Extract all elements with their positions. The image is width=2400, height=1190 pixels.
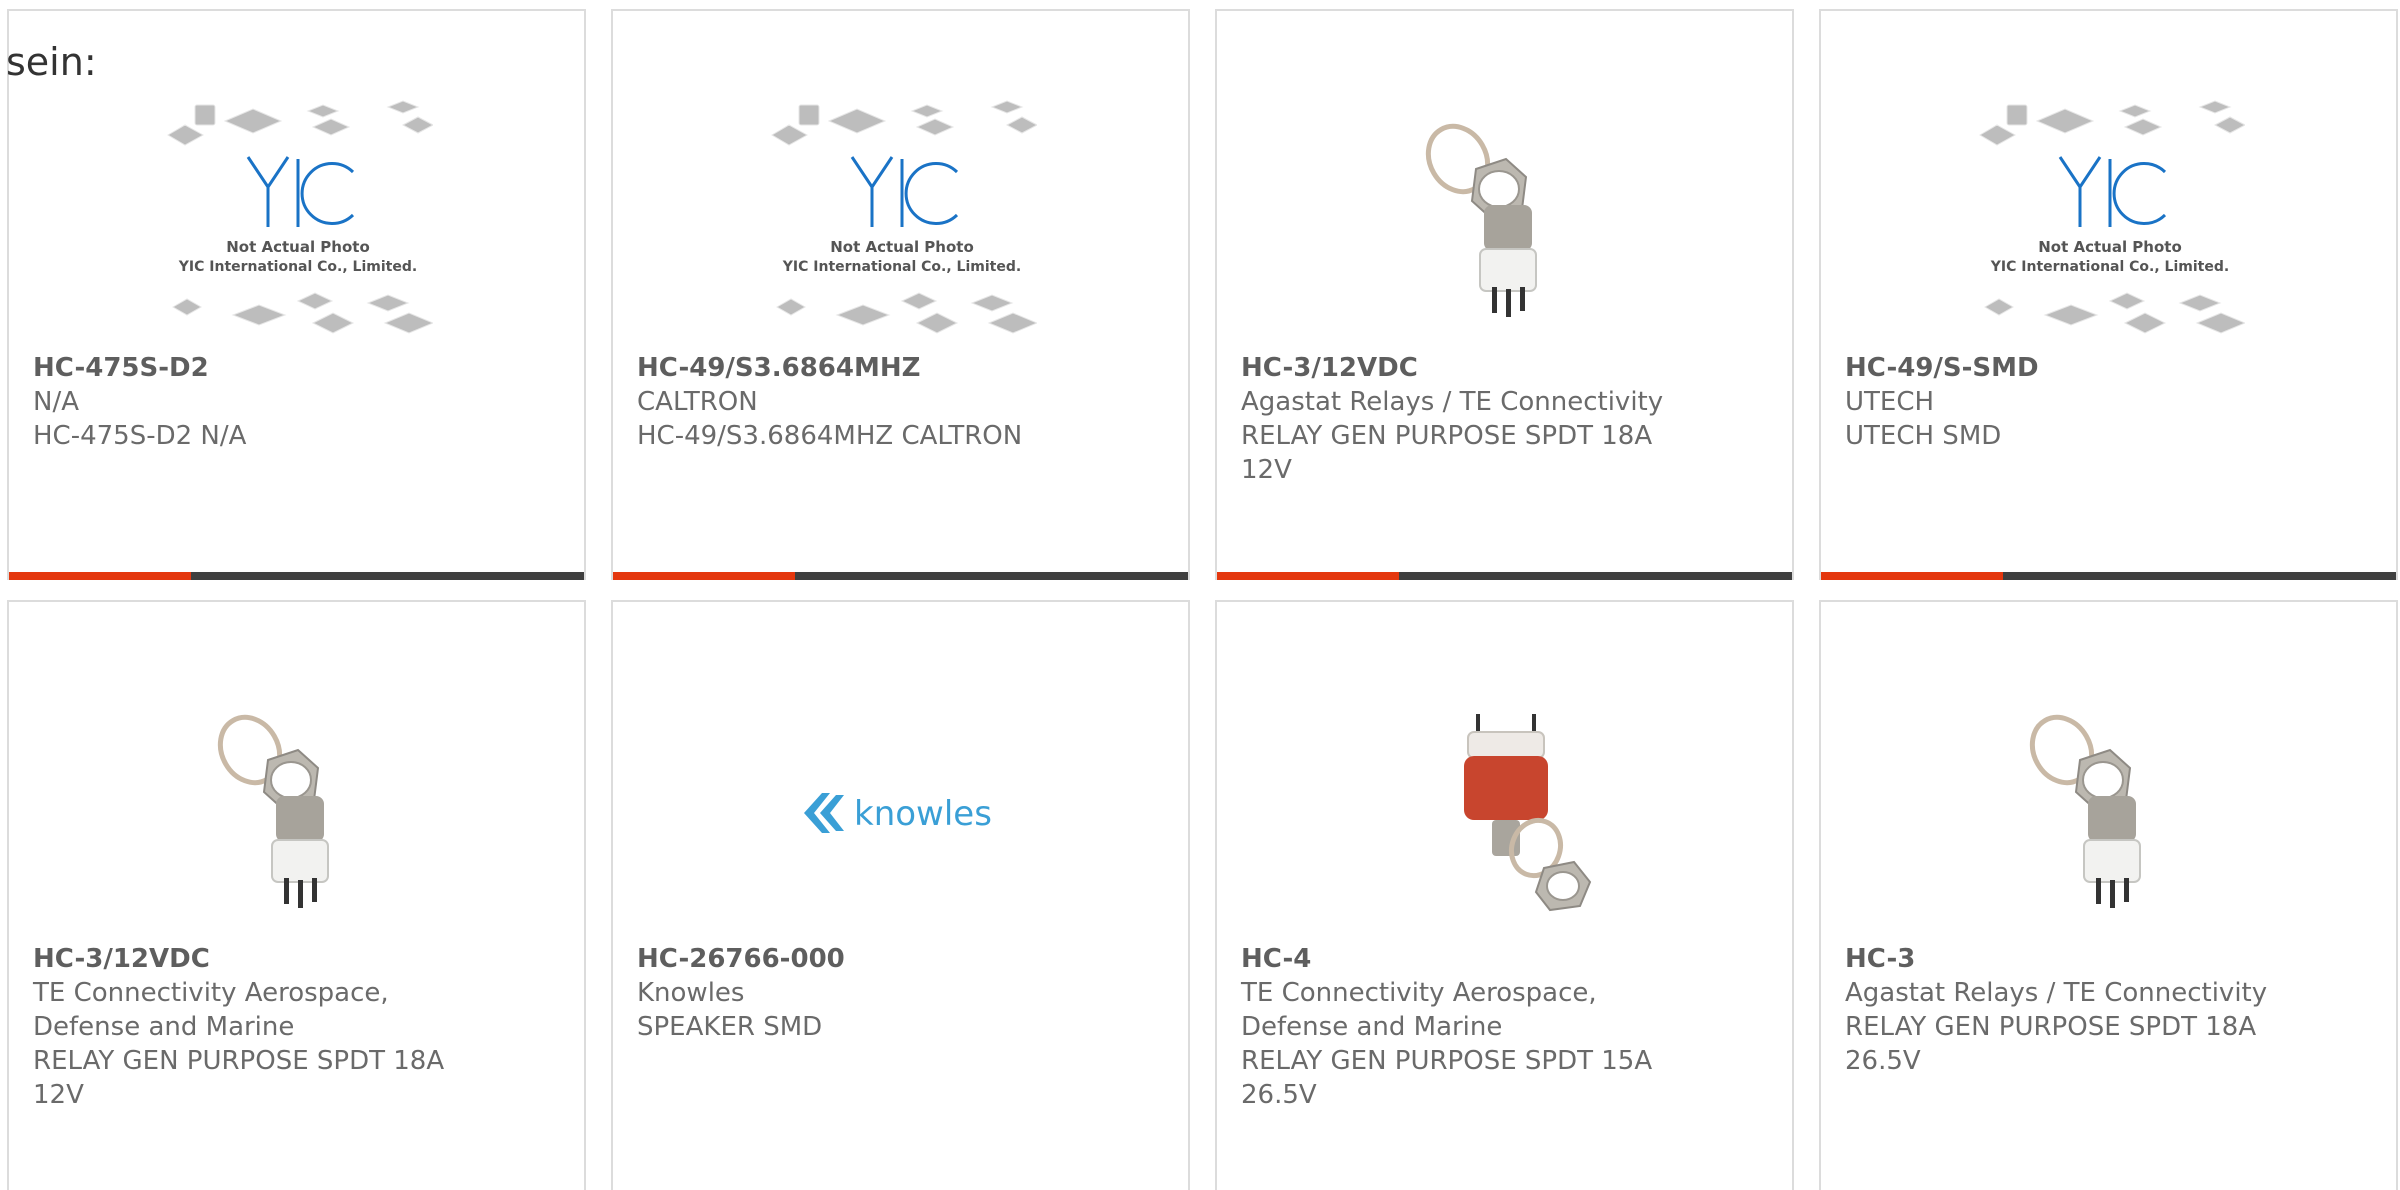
placeholder-line1: Not Actual Photo: [226, 238, 370, 256]
relay-red-image: [1464, 713, 1592, 911]
manufacturer: TE Connectivity Aerospace, Defense and M…: [33, 978, 389, 1042]
manufacturer: UTECH: [1845, 387, 1935, 417]
part-number[interactable]: HC-49/S-SMD: [1845, 351, 2372, 385]
product-image-placeholder[interactable]: Not Actual Photo YIC International Co., …: [698, 94, 1106, 349]
card-bottom-bar: [1821, 572, 2396, 580]
part-number[interactable]: HC-3/12VDC: [1241, 351, 1768, 385]
description: UTECH SMD: [1845, 421, 2002, 451]
product-card[interactable]: HC-3/12VDC TE Connectivity Aerospace, De…: [7, 600, 586, 1190]
product-info: HC-49/S-SMD UTECH UTECH SMD: [1845, 351, 2372, 453]
placeholder-line2: YIC International Co., Limited.: [178, 259, 417, 275]
description: HC-475S-D2 N/A: [33, 421, 247, 451]
part-number[interactable]: HC-3: [1845, 942, 2372, 976]
product-info: HC-3 Agastat Relays / TE Connectivity RE…: [1845, 942, 2372, 1078]
product-image-relay[interactable]: [1302, 685, 1710, 940]
card-bottom-bar: [613, 572, 1188, 580]
product-card[interactable]: HC-3/12VDC Agastat Relays / TE Connectiv…: [1215, 9, 1794, 580]
product-card[interactable]: knowles HC-26766-000 Knowles SPEAKER SMD: [611, 600, 1190, 1190]
card-accent: [613, 572, 795, 580]
description: SPEAKER SMD: [637, 1012, 823, 1042]
product-card[interactable]: Not Actual Photo YIC International Co., …: [7, 9, 586, 580]
manufacturer: TE Connectivity Aerospace, Defense and M…: [1241, 978, 1597, 1042]
product-card[interactable]: Not Actual Photo YIC International Co., …: [611, 9, 1190, 580]
product-image-relay[interactable]: [1906, 685, 2314, 940]
part-number[interactable]: HC-26766-000: [637, 942, 1164, 976]
product-info: HC-26766-000 Knowles SPEAKER SMD: [637, 942, 1164, 1044]
product-info: HC-49/S3.6864MHZ CALTRON HC-49/S3.6864MH…: [637, 351, 1164, 453]
product-image-relay[interactable]: [94, 685, 502, 940]
product-info: HC-3/12VDC TE Connectivity Aerospace, De…: [33, 942, 560, 1112]
product-info: HC-4 TE Connectivity Aerospace, Defense …: [1241, 942, 1768, 1112]
card-accent: [1821, 572, 2003, 580]
manufacturer: CALTRON: [637, 387, 758, 417]
card-bottom-bar: [9, 572, 584, 580]
part-number[interactable]: HC-4: [1241, 942, 1768, 976]
product-image-placeholder[interactable]: Not Actual Photo YIC International Co., …: [1906, 94, 2314, 349]
product-card[interactable]: HC-4 TE Connectivity Aerospace, Defense …: [1215, 600, 1794, 1190]
description: HC-49/S3.6864MHZ CALTRON: [637, 421, 1023, 451]
description: RELAY GEN PURPOSE SPDT 18A 12V: [1241, 421, 1653, 485]
knowles-logo-image: knowles: [804, 792, 992, 834]
product-info: HC-475S-D2 N/A HC-475S-D2 N/A: [33, 351, 560, 453]
product-card[interactable]: Not Actual Photo YIC International Co., …: [1819, 9, 2398, 580]
product-image-placeholder[interactable]: Not Actual Photo YIC International Co., …: [94, 94, 502, 349]
card-accent: [9, 572, 191, 580]
description: RELAY GEN PURPOSE SPDT 18A 12V: [33, 1046, 445, 1110]
product-card[interactable]: HC-3 Agastat Relays / TE Connectivity RE…: [1819, 600, 2398, 1190]
part-number[interactable]: HC-49/S3.6864MHZ: [637, 351, 1164, 385]
knowles-logo-text: knowles: [854, 794, 992, 834]
product-image-relay[interactable]: [1302, 94, 1710, 349]
clipped-heading-text: sein:: [6, 40, 97, 84]
product-info: HC-3/12VDC Agastat Relays / TE Connectiv…: [1241, 351, 1768, 487]
product-grid: Not Actual Photo YIC International Co., …: [7, 9, 2398, 1190]
manufacturer: Agastat Relays / TE Connectivity: [1845, 978, 2268, 1008]
placeholder-line1: Not Actual Photo: [830, 238, 974, 256]
card-accent: [1217, 572, 1399, 580]
description: RELAY GEN PURPOSE SPDT 18A 26.5V: [1845, 1012, 2257, 1076]
relay-silver-image: [1425, 123, 1537, 317]
placeholder-line1: Not Actual Photo: [2038, 238, 2182, 256]
manufacturer: N/A: [33, 387, 79, 417]
yic-placeholder-image: Not Actual Photo YIC International Co., …: [771, 99, 1037, 334]
product-image-logo[interactable]: knowles: [698, 685, 1106, 940]
relay-silver-image: [2029, 714, 2141, 908]
card-bottom-bar: [1217, 572, 1792, 580]
relay-silver-image: [217, 714, 329, 908]
yic-placeholder-image: Not Actual Photo YIC International Co., …: [1979, 99, 2245, 334]
yic-placeholder-image: Not Actual Photo YIC International Co., …: [167, 99, 433, 334]
part-number[interactable]: HC-3/12VDC: [33, 942, 560, 976]
part-number[interactable]: HC-475S-D2: [33, 351, 560, 385]
description: RELAY GEN PURPOSE SPDT 15A 26.5V: [1241, 1046, 1653, 1110]
manufacturer: Agastat Relays / TE Connectivity: [1241, 387, 1664, 417]
manufacturer: Knowles: [637, 978, 745, 1008]
placeholder-line2: YIC International Co., Limited.: [782, 259, 1021, 275]
placeholder-line2: YIC International Co., Limited.: [1990, 259, 2229, 275]
